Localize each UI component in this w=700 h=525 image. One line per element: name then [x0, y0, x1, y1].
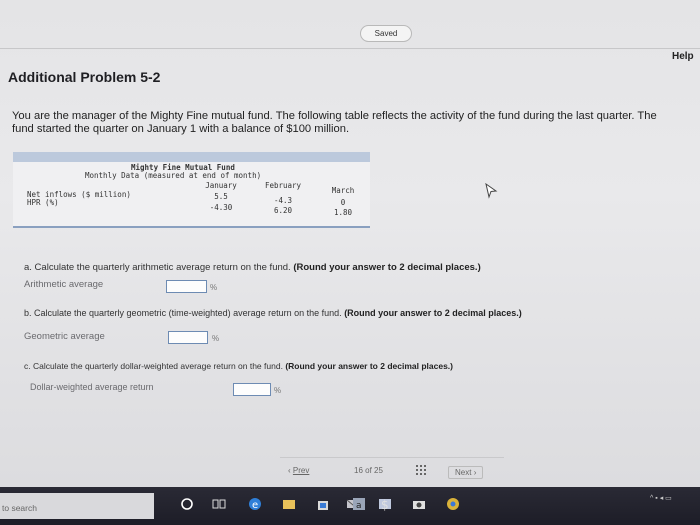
mouse-pointer-icon: [485, 183, 498, 199]
geometric-average-input[interactable]: [168, 331, 208, 344]
question-a-prompt: a. Calculate the quarterly arithmetic av…: [24, 262, 291, 273]
problem-intro: You are the manager of the Mighty Fine m…: [12, 110, 700, 136]
cell-hpr-march: 1.80: [333, 208, 353, 217]
tray-battery-icon: ▭: [665, 495, 672, 502]
question-c: c. Calculate the quarterly dollar-weight…: [24, 361, 453, 371]
percent-unit-c: %: [274, 386, 282, 395]
chevron-right-icon: ›: [473, 468, 477, 477]
question-a-hint: (Round your answer to 2 decimal places.): [293, 262, 481, 273]
arithmetic-average-input[interactable]: [166, 280, 207, 293]
column-header-january: January: [205, 181, 237, 190]
percent-unit-b: %: [212, 334, 220, 343]
chrome-browser-icon[interactable]: [446, 497, 460, 511]
svg-text:a: a: [356, 501, 362, 511]
tray-chevron-icon: ^: [650, 495, 654, 502]
table-bottom-rule: [13, 226, 370, 228]
svg-text:e: e: [252, 500, 258, 511]
percent-unit-a: %: [210, 283, 218, 292]
task-view-icon[interactable]: [212, 497, 226, 511]
tray-volume-icon: ◂: [659, 495, 664, 502]
tray-network-icon: ▪: [655, 495, 658, 502]
row-label-hpr: HPR (%): [27, 198, 59, 207]
answer-label-dollar-weighted: Dollar-weighted average return: [30, 382, 154, 392]
table-subtitle: Monthly Data (measured at end of month): [85, 171, 262, 180]
header-divider: [0, 48, 700, 49]
answer-label-arithmetic: Arithmetic average: [24, 279, 104, 290]
file-explorer-icon[interactable]: [282, 497, 296, 511]
intro-line-2: fund started the quarter on January 1 wi…: [12, 123, 350, 135]
screen: Saved Help Additional Problem 5-2 You ar…: [0, 0, 700, 487]
intro-line-1: You are the manager of the Mighty Fine m…: [12, 110, 657, 122]
os-taskbar: to search e a $ ^ ▪ ◂ ▭: [0, 487, 700, 525]
page-indicator: 16 of 25: [354, 466, 383, 475]
page-grid-icon[interactable]: [416, 465, 426, 475]
system-tray[interactable]: ^ ▪ ◂ ▭: [650, 494, 672, 502]
cell-hpr-february: 6.20: [273, 206, 293, 215]
cell-hpr-january: -4.30: [209, 203, 233, 212]
answer-label-geometric: Geometric average: [24, 331, 105, 342]
total-pages: 25: [374, 466, 383, 475]
question-c-hint: (Round your answer to 2 decimal places.): [285, 361, 453, 371]
page-of-label: of: [365, 466, 372, 475]
current-page: 16: [354, 466, 363, 475]
taskbar-search-placeholder: to search: [2, 503, 37, 513]
fund-data-table: Mighty Fine Mutual Fund Monthly Data (me…: [13, 152, 370, 228]
taskbar-search-box[interactable]: to search: [0, 493, 154, 519]
chevron-left-icon: ‹: [288, 466, 291, 475]
question-b-prompt: b. Calculate the quarterly geometric (ti…: [24, 308, 342, 318]
column-header-march: March: [331, 186, 355, 195]
app-a-letter-icon[interactable]: a: [352, 497, 366, 511]
help-link[interactable]: Help: [672, 51, 694, 62]
svg-text:$: $: [381, 498, 389, 511]
question-c-prompt: c. Calculate the quarterly dollar-weight…: [24, 361, 283, 371]
cortana-circle-icon[interactable]: [180, 497, 194, 511]
question-b: b. Calculate the quarterly geometric (ti…: [24, 308, 522, 318]
next-button[interactable]: Next ›: [448, 466, 484, 479]
next-label: Next: [455, 468, 472, 477]
cell-net-inflows-february: -4.3: [273, 196, 293, 205]
store-bag-icon[interactable]: [316, 497, 330, 511]
saved-status-badge: Saved: [360, 25, 412, 42]
pager-divider: [280, 457, 504, 458]
question-a: a. Calculate the quarterly arithmetic av…: [24, 262, 481, 273]
prev-label: Prev: [292, 466, 310, 475]
column-header-february: February: [264, 181, 302, 190]
dollar-app-icon[interactable]: $: [378, 497, 392, 511]
prev-button[interactable]: ‹ Prev: [288, 466, 309, 475]
question-b-hint: (Round your answer to 2 decimal places.): [344, 308, 522, 318]
dollar-weighted-return-input[interactable]: [233, 383, 271, 396]
cell-net-inflows-march: 0: [340, 198, 346, 207]
table-header-band: [13, 152, 370, 162]
problem-title: Additional Problem 5-2: [8, 69, 161, 85]
cell-net-inflows-january: 5.5: [214, 192, 228, 201]
camera-app-icon[interactable]: [412, 497, 426, 511]
edge-browser-icon[interactable]: e: [248, 497, 262, 511]
